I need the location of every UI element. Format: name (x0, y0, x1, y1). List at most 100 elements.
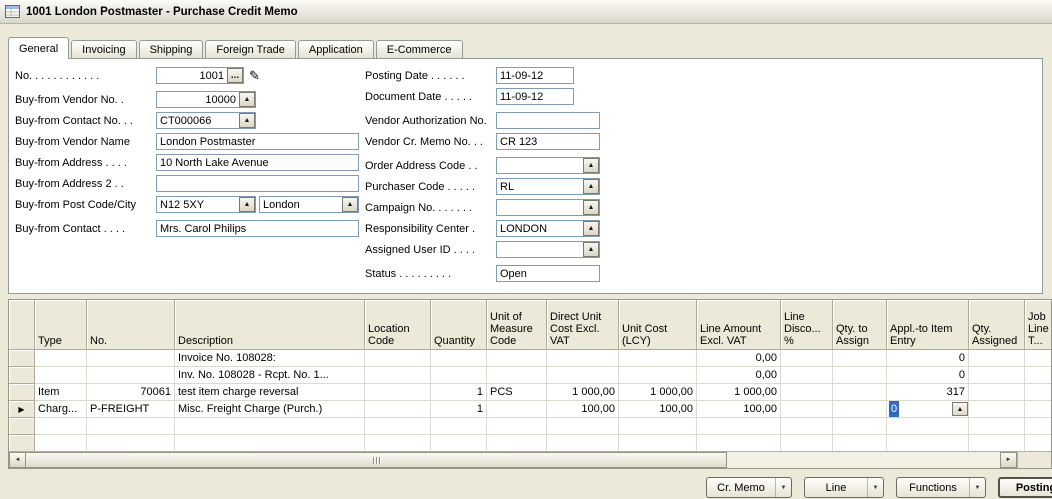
grid-cell[interactable] (1025, 401, 1051, 418)
vendor-cr-memo-no-field[interactable]: CR 123 (496, 133, 600, 150)
lookup-button[interactable]: ▲ (239, 92, 255, 107)
functions-menu-button[interactable]: Functions ▼ (896, 477, 986, 498)
grid-cell[interactable] (969, 384, 1025, 401)
grid-cell[interactable]: 0,00 (697, 367, 781, 384)
grid-cell[interactable] (969, 401, 1025, 418)
grid-cell[interactable] (87, 350, 175, 367)
campaign-no-field[interactable]: ▲ (496, 199, 600, 216)
grid-cell[interactable] (833, 367, 887, 384)
grid-column-header[interactable]: Quantity (431, 300, 487, 350)
grid-cell[interactable] (833, 384, 887, 401)
grid-cell[interactable]: 0,00 (697, 350, 781, 367)
grid-cell[interactable] (697, 435, 781, 451)
grid-cell[interactable] (887, 435, 969, 451)
grid-cell[interactable]: 1 000,00 (697, 384, 781, 401)
buy-from-contact-field[interactable]: Mrs. Carol Philips (156, 220, 359, 237)
assist-edit-button[interactable]: ... (227, 68, 243, 83)
grid-column-header[interactable]: Qty. Assigned (969, 300, 1025, 350)
window-icon[interactable] (5, 5, 20, 18)
grid-cell[interactable] (833, 435, 887, 451)
tab-foreign-trade[interactable]: Foreign Trade (205, 40, 295, 58)
grid-cell[interactable]: 100,00 (547, 401, 619, 418)
grid-cell[interactable] (887, 418, 969, 435)
grid-cell[interactable] (365, 401, 431, 418)
grid-cell[interactable] (781, 418, 833, 435)
buy-from-address-field[interactable]: 10 North Lake Avenue (156, 154, 359, 171)
grid-column-header[interactable]: Description (175, 300, 365, 350)
buy-from-vendor-no-field[interactable]: 10000 ▲ (156, 91, 256, 108)
grid-cell[interactable] (87, 418, 175, 435)
grid-cell[interactable] (1025, 384, 1051, 401)
row-selector[interactable]: ▶ (9, 401, 35, 418)
grid-cell[interactable]: PCS (487, 384, 547, 401)
grid-column-header[interactable]: Appl.-to Item Entry (887, 300, 969, 350)
lookup-button[interactable]: ▲ (583, 200, 599, 215)
order-address-code-field[interactable]: ▲ (496, 157, 600, 174)
lookup-button[interactable]: ▲ (583, 179, 599, 194)
grid-column-header[interactable]: Type (35, 300, 87, 350)
grid-cell[interactable] (781, 401, 833, 418)
grid-cell[interactable] (87, 435, 175, 451)
grid-cell[interactable] (431, 350, 487, 367)
grid-cell[interactable] (365, 367, 431, 384)
grid-cell[interactable]: 100,00 (619, 401, 697, 418)
grid-cell[interactable] (35, 367, 87, 384)
grid-cell[interactable] (547, 418, 619, 435)
grid-cell-editing[interactable]: 0▲ (887, 401, 969, 418)
grid-cell[interactable] (35, 435, 87, 451)
grid-column-header[interactable]: Qty. to Assign (833, 300, 887, 350)
grid-column-header[interactable]: Line Amount Excl. VAT (697, 300, 781, 350)
buy-from-city-field[interactable]: London ▲ (259, 196, 359, 213)
grid-cell[interactable]: 100,00 (697, 401, 781, 418)
grid-cell[interactable]: 1 000,00 (547, 384, 619, 401)
grid-column-header[interactable]: Job Line T... (1025, 300, 1051, 350)
grid-cell[interactable] (487, 418, 547, 435)
buy-from-post-code-field[interactable]: N12 5XY ▲ (156, 196, 256, 213)
grid-column-header[interactable]: Line Disco... % (781, 300, 833, 350)
grid-cell[interactable] (619, 435, 697, 451)
grid-cell[interactable] (619, 350, 697, 367)
grid-cell[interactable] (365, 435, 431, 451)
grid-cell[interactable]: 1 (431, 384, 487, 401)
grid-cell[interactable] (833, 350, 887, 367)
grid-cell[interactable] (487, 435, 547, 451)
lookup-button[interactable]: ▲ (342, 197, 358, 212)
grid-cell[interactable] (969, 350, 1025, 367)
grid-cell[interactable]: Charg... (35, 401, 87, 418)
grid-cell[interactable]: 1 (431, 401, 487, 418)
assigned-user-id-field[interactable]: ▲ (496, 241, 600, 258)
grid-cell[interactable]: Item (35, 384, 87, 401)
document-date-field[interactable]: 11-09-12 (496, 88, 574, 105)
grid-cell[interactable] (431, 435, 487, 451)
lookup-button[interactable]: ▲ (952, 402, 968, 416)
posting-date-field[interactable]: 11-09-12 (496, 67, 574, 84)
line-menu-button[interactable]: Line ▼ (804, 477, 884, 498)
tab-shipping[interactable]: Shipping (139, 40, 204, 58)
posting-menu-button[interactable]: Posting ▼ (998, 477, 1052, 498)
grid-cell[interactable] (87, 367, 175, 384)
grid-cell[interactable] (833, 418, 887, 435)
grid-column-header[interactable]: Unit Cost (LCY) (619, 300, 697, 350)
grid-cell[interactable] (35, 350, 87, 367)
buy-from-vendor-name-field[interactable]: London Postmaster (156, 133, 359, 150)
grid-cell[interactable] (35, 418, 87, 435)
grid-cell[interactable]: 70061 (87, 384, 175, 401)
grid-cell[interactable] (781, 350, 833, 367)
grid-cell[interactable] (431, 418, 487, 435)
grid-cell[interactable] (833, 401, 887, 418)
lookup-button[interactable]: ▲ (239, 113, 255, 128)
grid-cell[interactable] (365, 384, 431, 401)
grid-column-header[interactable]: Direct Unit Cost Excl. VAT (547, 300, 619, 350)
grid-cell[interactable]: 0 (887, 350, 969, 367)
no-field[interactable]: 1001 ... (156, 67, 244, 84)
grid-cell[interactable] (1025, 418, 1051, 435)
cr-memo-menu-button[interactable]: Cr. Memo ▼ (706, 477, 792, 498)
grid-cell[interactable]: 317 (887, 384, 969, 401)
grid-cell[interactable]: P-FREIGHT (87, 401, 175, 418)
horizontal-scrollbar[interactable]: ◄ ► (9, 451, 1017, 468)
grid-selector-header[interactable] (9, 300, 35, 350)
grid-cell[interactable] (431, 367, 487, 384)
grid-cell[interactable] (547, 435, 619, 451)
row-selector[interactable] (9, 418, 35, 435)
grid-column-header[interactable]: Unit of Measure Code (487, 300, 547, 350)
